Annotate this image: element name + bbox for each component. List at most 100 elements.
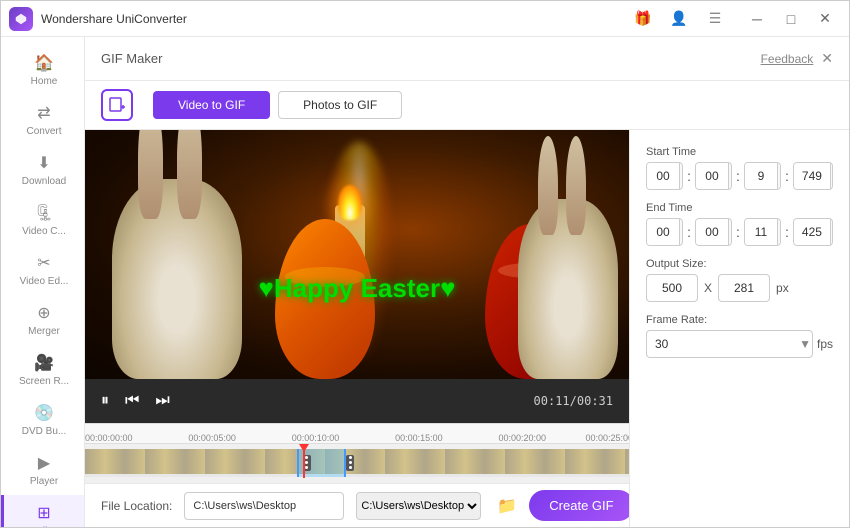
time-display: 00:11/00:31 [534, 394, 613, 408]
video-background: ♥Happy Easter♥ [85, 130, 629, 379]
app-window: Wondershare UniConverter 🎁 👤 ☰ ─ □ ✕ 🏠 H… [0, 0, 850, 528]
end-time-m[interactable]: ▲ ▼ [695, 218, 732, 246]
video-preview: ♥Happy Easter♥ [85, 130, 629, 379]
start-time-s[interactable]: ▲ ▼ [744, 162, 781, 190]
sidebar-item-download[interactable]: ⬇ Download [1, 145, 84, 195]
start-ms-up[interactable]: ▲ [831, 163, 833, 176]
sidebar-item-dvd[interactable]: 💿 DVD Bu... [1, 395, 84, 445]
gift-icon[interactable]: 🎁 [629, 5, 657, 33]
start-time-label: Start Time [646, 146, 833, 158]
sidebar: 🏠 Home ⇄ Convert ⬇ Download 🗜 Video C...… [1, 37, 85, 527]
end-h-up[interactable]: ▲ [680, 219, 683, 232]
timeline[interactable]: 00:00:00:00 00:00:05:00 00:00:10:00 00:0… [85, 423, 629, 483]
rabbit-left [112, 179, 242, 379]
start-h-down[interactable]: ▼ [680, 176, 683, 189]
file-location-input[interactable] [184, 492, 344, 520]
end-h-input[interactable] [647, 219, 679, 245]
end-m-down[interactable]: ▼ [729, 232, 732, 245]
start-ms-down[interactable]: ▼ [831, 176, 833, 189]
start-s-up[interactable]: ▲ [778, 163, 781, 176]
toolbox-icon: ⊞ [37, 503, 50, 523]
tick-1: 00:00:05:00 [188, 433, 236, 443]
menu-icon[interactable]: ☰ [701, 5, 729, 33]
end-time-s[interactable]: ▲ ▼ [744, 218, 781, 246]
end-ms-up[interactable]: ▲ [831, 219, 833, 232]
start-s-input[interactable] [745, 163, 777, 189]
start-time-h[interactable]: ▲ ▼ [646, 162, 683, 190]
output-size-row: X px [646, 274, 833, 302]
right-heart: ♥ [440, 273, 455, 303]
end-ms-input[interactable] [794, 219, 830, 245]
sidebar-item-home[interactable]: 🏠 Home [1, 45, 84, 95]
next-button[interactable]: ⏭ [155, 392, 169, 410]
edit-icon: ✂ [37, 253, 50, 273]
end-m-up[interactable]: ▲ [729, 219, 732, 232]
end-s-input[interactable] [745, 219, 777, 245]
start-h-up[interactable]: ▲ [680, 163, 683, 176]
playback-controls: ⏸ ⏮ ⏭ 00:11/00:31 [85, 379, 629, 423]
prev-button[interactable]: ⏮ [125, 392, 139, 410]
maximize-button[interactable]: □ [775, 5, 807, 33]
tab-video-to-gif[interactable]: Video to GIF [153, 91, 270, 119]
title-bar: Wondershare UniConverter 🎁 👤 ☰ ─ □ ✕ [1, 1, 849, 37]
feedback-link[interactable]: Feedback [761, 52, 814, 66]
end-time-row: ▲ ▼ : ▲ ▼ [646, 218, 833, 246]
end-time-group: End Time ▲ ▼ : [646, 202, 833, 246]
screen-rec-icon: 🎥 [34, 353, 54, 373]
bottom-bar: File Location: C:\Users\ws\Desktop 📁 Cre… [85, 483, 629, 527]
gif-maker-close-button[interactable]: ✕ [821, 50, 833, 67]
start-time-ms[interactable]: ▲ ▼ [793, 162, 833, 190]
player-icon: ▶ [38, 453, 50, 473]
pause-button[interactable]: ⏸ [101, 392, 109, 410]
gif-maker-header: GIF Maker Feedback ✕ [85, 37, 849, 81]
window-controls: ─ □ ✕ [741, 5, 841, 33]
start-s-down[interactable]: ▼ [778, 176, 781, 189]
close-button[interactable]: ✕ [809, 5, 841, 33]
width-input[interactable] [646, 274, 698, 302]
fps-label: fps [817, 337, 833, 351]
folder-icon[interactable]: 📁 [497, 496, 517, 516]
end-h-down[interactable]: ▼ [680, 232, 683, 245]
start-time-row: ▲ ▼ : ▲ ▼ [646, 162, 833, 190]
location-dropdown[interactable]: C:\Users\ws\Desktop [356, 492, 481, 520]
settings-panel: Start Time ▲ ▼ : [629, 130, 849, 527]
tick-4: 00:00:20:00 [498, 433, 546, 443]
sidebar-item-convert[interactable]: ⇄ Convert [1, 95, 84, 145]
timeline-ruler: 00:00:00:00 00:00:05:00 00:00:10:00 00:0… [85, 424, 629, 444]
x-separator: X [704, 281, 712, 295]
user-icon[interactable]: 👤 [665, 5, 693, 33]
compress-icon: 🗜 [34, 203, 54, 223]
frame-rate-label: Frame Rate: [646, 314, 833, 326]
sidebar-item-toolbox[interactable]: ⊞ Toolbox [1, 495, 84, 527]
selection-handle-right[interactable] [346, 455, 354, 472]
end-time-ms[interactable]: ▲ ▼ [793, 218, 833, 246]
sidebar-item-player[interactable]: ▶ Player [1, 445, 84, 495]
minimize-button[interactable]: ─ [741, 5, 773, 33]
start-m-up[interactable]: ▲ [729, 163, 732, 176]
start-m-input[interactable] [696, 163, 728, 189]
convert-icon: ⇄ [37, 103, 50, 123]
add-file-button[interactable] [101, 89, 133, 121]
create-gif-button[interactable]: Create GIF [529, 490, 629, 521]
timeline-playhead [303, 444, 305, 478]
start-h-input[interactable] [647, 163, 679, 189]
start-ms-input[interactable] [794, 163, 830, 189]
px-label: px [776, 281, 789, 295]
sidebar-item-video-edit[interactable]: ✂ Video Ed... [1, 245, 84, 295]
fps-select[interactable]: 30 24 15 10 [646, 330, 813, 358]
start-m-down[interactable]: ▼ [729, 176, 732, 189]
file-location-label: File Location: [101, 499, 172, 513]
end-time-h[interactable]: ▲ ▼ [646, 218, 683, 246]
end-s-down[interactable]: ▼ [778, 232, 781, 245]
end-m-input[interactable] [696, 219, 728, 245]
end-ms-down[interactable]: ▼ [831, 232, 833, 245]
sidebar-item-screen-rec[interactable]: 🎥 Screen R... [1, 345, 84, 395]
end-s-up[interactable]: ▲ [778, 219, 781, 232]
start-time-m[interactable]: ▲ ▼ [695, 162, 732, 190]
height-input[interactable] [718, 274, 770, 302]
sidebar-item-video-compress[interactable]: 🗜 Video C... [1, 195, 84, 245]
download-icon: ⬇ [37, 153, 50, 173]
tab-photos-to-gif[interactable]: Photos to GIF [278, 91, 402, 119]
dvd-icon: 💿 [34, 403, 54, 423]
sidebar-item-merger[interactable]: ⊕ Merger [1, 295, 84, 345]
